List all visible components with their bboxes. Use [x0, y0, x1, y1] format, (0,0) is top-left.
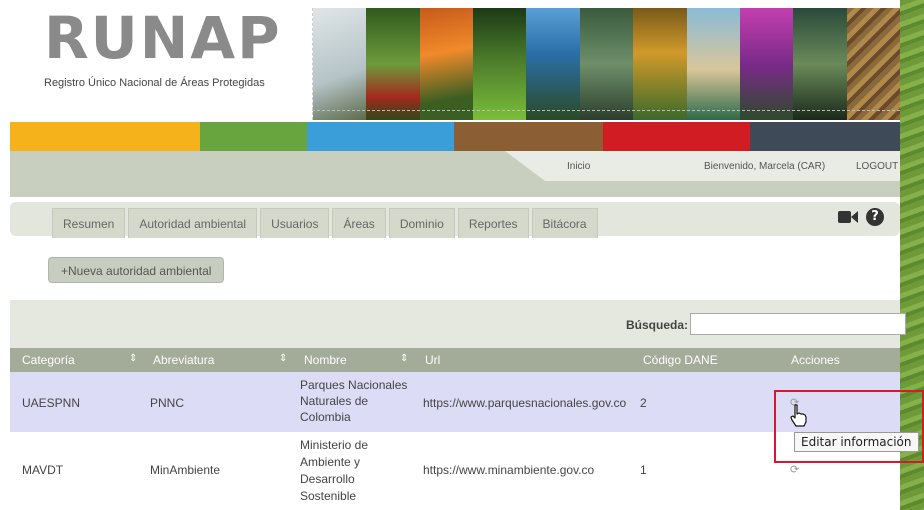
- tab-reportes[interactable]: Reportes: [457, 208, 529, 238]
- col-acciones: Acciones: [791, 353, 840, 367]
- sort-icon[interactable]: ⇕: [129, 353, 137, 364]
- tab-resumen[interactable]: Resumen: [52, 208, 126, 238]
- table-row: MAVDT MinAmbiente Ministerio de Ambiente…: [10, 432, 900, 510]
- table-header: Categoría ⇕ Abreviatura ⇕ Nombre ⇕ Url C…: [10, 348, 900, 372]
- tab-dominio[interactable]: Dominio: [388, 208, 455, 238]
- logo-subtitle: Registro Único Nacional de Áreas Protegi…: [44, 77, 265, 89]
- top-nav: Inicio Bienvenido, Marcela (CAR) LOGOUT: [10, 151, 900, 197]
- video-camera-icon[interactable]: [838, 208, 858, 226]
- tab-autoridad-ambiental[interactable]: Autoridad ambiental: [128, 208, 258, 238]
- search-label: Búsqueda:: [626, 318, 689, 332]
- cell-nombre: Ministerio de Ambiente y Desarrollo Sost…: [300, 438, 369, 503]
- refresh-icon[interactable]: ⟳: [790, 463, 799, 476]
- cell-codigo: 1: [640, 463, 647, 477]
- nav-home-link[interactable]: Inicio: [567, 161, 590, 172]
- cell-categoria: MAVDT: [22, 463, 64, 477]
- col-nombre[interactable]: Nombre: [304, 353, 347, 367]
- table-toolbar: Búsqueda:: [10, 300, 906, 348]
- cell-nombre: Parques Nacionales Naturales de Colombia: [300, 378, 408, 424]
- hand-cursor-icon: [790, 404, 807, 427]
- col-abreviatura[interactable]: Abreviatura: [153, 353, 214, 367]
- sort-icon[interactable]: ⇕: [400, 353, 408, 364]
- runap-logo: RUNAP: [44, 4, 282, 72]
- cell-categoria: UAESPNN: [22, 396, 81, 410]
- tab-areas[interactable]: Áreas: [332, 208, 386, 238]
- col-categoria[interactable]: Categoría: [22, 353, 75, 367]
- tab-usuarios[interactable]: Usuarios: [260, 208, 330, 238]
- cell-url: https://www.minambiente.gov.co: [423, 463, 595, 477]
- logout-link[interactable]: LOGOUT: [856, 161, 898, 172]
- cell-abreviatura: PNNC: [150, 396, 185, 410]
- main-menu: Resumen Autoridad ambiental Usuarios Áre…: [10, 202, 900, 238]
- search-input[interactable]: [690, 313, 906, 335]
- add-authority-button[interactable]: +Nueva autoridad ambiental: [48, 257, 225, 283]
- col-url: Url: [425, 353, 441, 367]
- sort-icon[interactable]: ⇕: [279, 353, 287, 364]
- tab-bitacora[interactable]: Bitácora: [531, 208, 598, 238]
- nature-photo-banner: [312, 8, 900, 120]
- tooltip-editar: Editar información: [794, 432, 919, 452]
- col-codigo-dane: Código DANE: [643, 353, 718, 367]
- welcome-text: Bienvenido, Marcela (CAR): [704, 161, 826, 172]
- cell-codigo: 2: [640, 396, 647, 410]
- site-header: RUNAP Registro Único Nacional de Áreas P…: [0, 0, 900, 122]
- color-bar: [10, 122, 900, 151]
- help-icon[interactable]: ?: [866, 208, 884, 226]
- table-row: UAESPNN PNNC Parques Nacionales Naturale…: [10, 372, 900, 432]
- cell-abreviatura: MinAmbiente: [150, 463, 221, 477]
- cell-url: https://www.parquesnacionales.gov.co: [423, 396, 627, 410]
